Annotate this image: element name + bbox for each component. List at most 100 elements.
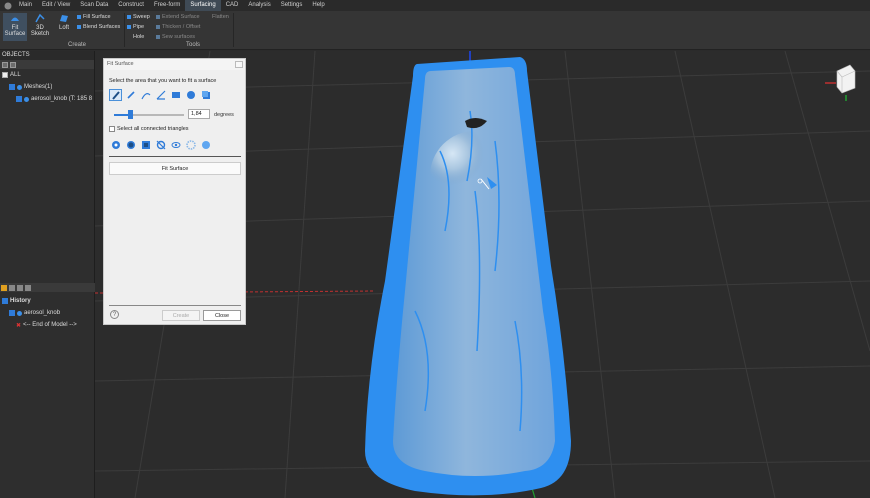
- sew-surfaces-button[interactable]: Sew surfaces: [156, 32, 195, 41]
- fit-surface-label-2: Surface: [4, 31, 26, 37]
- aerosol-knob-label: aerosol_knob (T: 185 8: [31, 96, 93, 102]
- create-button[interactable]: Create: [162, 310, 200, 321]
- thicken-offset-icon: [156, 24, 160, 29]
- menu-scan-data[interactable]: Scan Data: [75, 0, 113, 11]
- history-item-checkbox[interactable]: [9, 310, 15, 316]
- cube-select-tool[interactable]: [199, 89, 212, 101]
- mode-hide-icon[interactable]: [154, 139, 167, 151]
- curve-select-tool[interactable]: [139, 89, 152, 101]
- brush-select-icon: [111, 91, 120, 100]
- menu-cad[interactable]: CAD: [221, 0, 244, 11]
- blend-surfaces-button[interactable]: Blend Surfaces: [77, 22, 120, 31]
- extend-surface-label: Extend Surface: [162, 13, 200, 20]
- ribbon-separator: [124, 13, 125, 47]
- aerosol-knob-checkbox[interactable]: [16, 96, 22, 102]
- connected-triangles-option[interactable]: Select all connected triangles: [109, 126, 189, 132]
- rectangle-select-icon: [171, 92, 180, 98]
- mesh-icon: [24, 96, 29, 102]
- history-undo-icon[interactable]: [9, 284, 15, 291]
- expand-icon[interactable]: [2, 61, 8, 68]
- pipe-icon: [127, 24, 131, 29]
- help-button[interactable]: ?: [110, 310, 119, 319]
- mesh-icon: [17, 310, 22, 316]
- menu-surfacing[interactable]: Surfacing: [185, 0, 221, 11]
- history-item-label: aerosol_knob: [24, 310, 61, 316]
- history-title: History: [10, 298, 31, 304]
- aerosol-knob-mesh: [365, 57, 571, 496]
- loft-button[interactable]: Loft: [52, 13, 76, 41]
- blend-surfaces-icon: [77, 24, 81, 29]
- history-toolbar: [0, 283, 95, 292]
- dialog-divider: [109, 156, 241, 157]
- history-end-row[interactable]: ✖ <-- End of Model -->: [0, 319, 95, 331]
- mode-shrink-icon[interactable]: [139, 139, 152, 151]
- history-tab-icon[interactable]: [1, 284, 7, 291]
- angle-slider-thumb[interactable]: [128, 110, 134, 119]
- history-end-label: <-- End of Model -->: [23, 322, 77, 328]
- dialog-title: Fit Surface: [104, 59, 245, 70]
- dialog-divider: [109, 305, 241, 306]
- fit-surface-action-button[interactable]: Fit Surface: [109, 162, 241, 175]
- fill-surface-button[interactable]: Fill Surface: [77, 12, 111, 21]
- all-checkbox[interactable]: [2, 72, 8, 78]
- sketch-3d-button[interactable]: 3D Sketch: [28, 13, 52, 41]
- thicken-offset-button[interactable]: Thicken / Offset: [156, 22, 200, 31]
- history-back-icon[interactable]: [17, 284, 23, 291]
- sweep-button[interactable]: Sweep: [127, 12, 150, 21]
- close-button[interactable]: Close: [203, 310, 241, 321]
- blend-surfaces-label: Blend Surfaces: [83, 23, 121, 30]
- menu-settings[interactable]: Settings: [276, 0, 308, 11]
- mode-invert-icon[interactable]: [184, 139, 197, 151]
- mesh-icon: [17, 84, 22, 90]
- menu-analysis[interactable]: Analysis: [243, 0, 275, 11]
- line-select-tool[interactable]: [154, 89, 167, 101]
- pipe-button[interactable]: Pipe: [127, 22, 144, 31]
- mode-show-icon[interactable]: [169, 139, 182, 151]
- connected-triangles-checkbox[interactable]: [109, 126, 115, 132]
- history-tree: History aerosol_knob ✖ <-- End of Model …: [0, 295, 95, 331]
- meshes-checkbox[interactable]: [9, 84, 15, 90]
- menu-free-form[interactable]: Free-form: [149, 0, 185, 11]
- history-root-row[interactable]: History: [0, 295, 95, 307]
- filter-icon[interactable]: [10, 61, 16, 68]
- mode-grow-icon[interactable]: [124, 139, 137, 151]
- menu-help[interactable]: Help: [307, 0, 329, 11]
- group-tools-label: Tools: [186, 42, 201, 48]
- dialog-close-button[interactable]: [235, 61, 243, 68]
- hole-button[interactable]: Hole: [133, 32, 144, 41]
- menu-construct[interactable]: Construct: [113, 0, 149, 11]
- sweep-icon: [127, 14, 131, 19]
- flatten-label: Flatten: [212, 13, 229, 20]
- fit-surface-button[interactable]: Fit Surface: [3, 13, 27, 41]
- mode-clear-icon[interactable]: [199, 139, 212, 151]
- menu-bar: Main Edit / View Scan Data Construct Fre…: [0, 0, 870, 11]
- degrees-label: degrees: [214, 112, 234, 118]
- fit-surface-dialog: Fit Surface Select the area that you wan…: [103, 58, 246, 325]
- tree-row-meshes[interactable]: Meshes(1): [0, 81, 94, 93]
- menu-edit-view[interactable]: Edit / View: [37, 0, 75, 11]
- extend-surface-button[interactable]: Extend Surface: [156, 12, 200, 21]
- pen-select-tool[interactable]: [124, 89, 137, 101]
- history-item-row[interactable]: aerosol_knob: [0, 307, 95, 319]
- objects-toolbar: [0, 60, 94, 69]
- rectangle-select-tool[interactable]: [169, 89, 182, 101]
- ribbon-toolbar: Fit Surface 3D Sketch Loft Fill Surface …: [0, 11, 870, 50]
- sew-surfaces-label: Sew surfaces: [162, 33, 196, 40]
- menu-main[interactable]: Main: [14, 0, 37, 11]
- pen-select-icon: [126, 91, 135, 99]
- history-forward-icon[interactable]: [25, 284, 31, 291]
- tree-row-all[interactable]: ALL: [0, 69, 94, 81]
- selection-modes: [109, 139, 212, 151]
- connected-triangles-label: Select all connected triangles: [117, 126, 189, 132]
- curve-select-icon: [140, 93, 150, 100]
- flatten-button[interactable]: Flatten: [212, 12, 229, 21]
- history-checkbox[interactable]: [2, 298, 8, 304]
- loft-label: Loft: [58, 25, 69, 31]
- extend-surface-icon: [156, 14, 160, 19]
- tree-row-aerosol-knob[interactable]: aerosol_knob (T: 185 8: [0, 93, 94, 105]
- pipe-label: Pipe: [133, 23, 145, 30]
- circle-select-tool[interactable]: [184, 89, 197, 101]
- mode-select-icon[interactable]: [109, 139, 122, 151]
- degrees-input[interactable]: 1,84: [188, 109, 210, 119]
- brush-select-tool[interactable]: [109, 89, 122, 101]
